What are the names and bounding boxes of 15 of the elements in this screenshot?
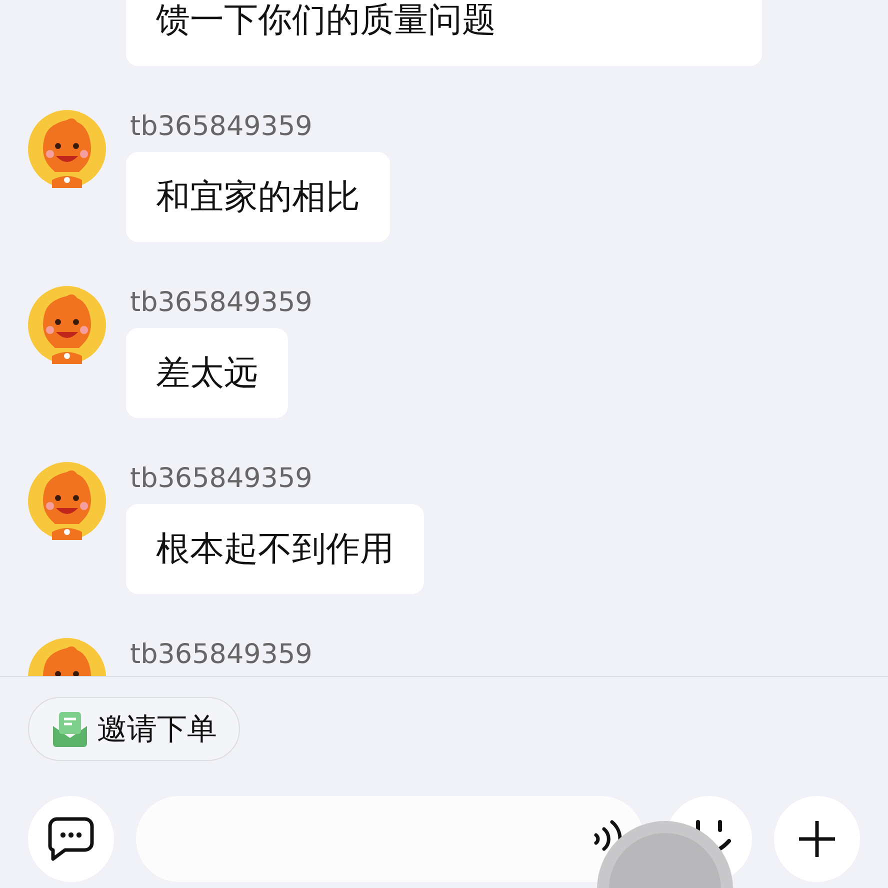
invite-order-button[interactable]: 邀请下单 [28, 697, 240, 761]
sender-name: tb365849359 [130, 112, 314, 142]
message-bubble: 根本起不到作用 [126, 504, 424, 594]
message-bubble: 和宜家的相比 [126, 152, 390, 242]
sender-name: tb365849359 [130, 640, 312, 670]
message-bubble: 差太远 [126, 328, 288, 418]
sender-name: tb365849359 [130, 464, 314, 494]
envelope-icon [51, 710, 89, 748]
message-bubble: 馈一下你们的质量问题 [126, 0, 762, 66]
plus-icon [797, 819, 837, 859]
chat-bubble-icon [47, 816, 95, 862]
avatar-icon [28, 462, 106, 540]
avatar-icon [28, 286, 106, 364]
avatar-icon [28, 110, 106, 188]
sender-name: tb365849359 [130, 288, 312, 318]
